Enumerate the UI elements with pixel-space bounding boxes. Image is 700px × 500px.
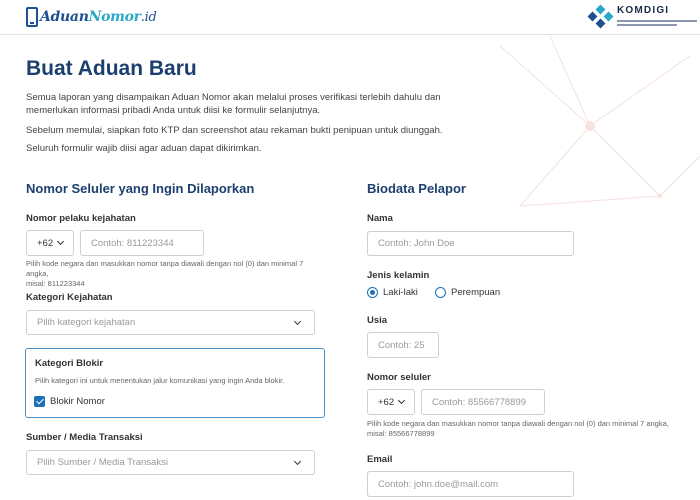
section-title-reporter-biodata: Biodata Pelapor: [367, 181, 466, 196]
intro-prepare-text: Sebelum memulai, siapkan foto KTP dan sc…: [26, 125, 443, 136]
transaction-media-select[interactable]: Pilih Sumber / Media Transaksi: [26, 450, 315, 475]
gender-male-label[interactable]: Laki-laki: [383, 287, 418, 298]
logo-text-aduan: Aduan: [40, 9, 89, 25]
phone-logo-icon: [26, 7, 38, 27]
phone-number-label: Nomor seluler: [367, 372, 431, 383]
perpetrator-number-label: Nomor pelaku kejahatan: [26, 213, 136, 224]
perpetrator-number-hint: Pilih kode negara dan masukkan nomor tan…: [26, 259, 326, 289]
komdigi-tagline-line: [617, 20, 697, 22]
email-input[interactable]: Contoh: john.doe@mail.com: [367, 471, 574, 497]
block-category-label: Kategori Blokir: [35, 358, 104, 369]
reporter-phone-hint: Pilih kode negara dan masukkan nomor tan…: [367, 419, 687, 439]
perpetrator-hint-line: Pilih kode negara dan masukkan nomor tan…: [26, 259, 304, 278]
crime-category-select[interactable]: Pilih kategori kejahatan: [26, 310, 315, 335]
intro-verification-text: Semua laporan yang disampaikan Aduan Nom…: [26, 92, 441, 116]
komdigi-tagline-line: [617, 24, 677, 26]
gender-label: Jenis kelamin: [367, 270, 430, 281]
gender-male-radio[interactable]: [367, 287, 378, 298]
reporter-country-code-select[interactable]: +62: [367, 389, 415, 415]
age-input[interactable]: Contoh: 25: [367, 332, 439, 358]
chevron-down-icon: [398, 396, 406, 405]
reporter-phone-placeholder: Contoh: 85566778899: [432, 396, 527, 408]
logo-text: AduanNomor.id: [40, 9, 157, 25]
chevron-down-icon: [293, 457, 302, 465]
block-number-checkbox[interactable]: [34, 396, 45, 407]
age-label: Usia: [367, 315, 388, 326]
chevron-down-icon: [293, 317, 302, 325]
country-code-value: +62: [37, 237, 54, 249]
country-code-value: +62: [378, 396, 395, 408]
perpetrator-country-code-select[interactable]: +62: [26, 230, 74, 256]
block-category-card: Kategori Blokir Pilih kategori ini untuk…: [25, 348, 325, 418]
logo-text-domain: .id: [140, 10, 157, 25]
perpetrator-number-input[interactable]: Contoh: 811223344: [80, 230, 204, 256]
block-number-label[interactable]: Blokir Nomor: [50, 396, 105, 407]
crime-category-placeholder: Pilih kategori kejahatan: [37, 317, 136, 328]
intro-required-text: Seluruh formulir wajib diisi agar aduan …: [26, 143, 262, 154]
komdigi-logo-icon: [587, 4, 614, 29]
aduannomor-logo[interactable]: AduanNomor.id: [26, 6, 157, 28]
name-placeholder: Contoh: John Doe: [378, 238, 455, 249]
transaction-media-placeholder: Pilih Sumber / Media Transaksi: [37, 457, 168, 468]
reporter-hint-line: Pilih kode negara dan masukkan nomor tan…: [367, 419, 669, 428]
name-input[interactable]: Contoh: John Doe: [367, 231, 574, 256]
logo-text-nomor: Nomor: [88, 9, 141, 25]
section-title-reported-number: Nomor Seluler yang Ingin Dilaporkan: [26, 181, 255, 196]
gender-female-label[interactable]: Perempuan: [451, 287, 500, 298]
name-label: Nama: [367, 213, 393, 224]
background-network-decoration: [499, 36, 700, 207]
age-placeholder: Contoh: 25: [378, 339, 425, 351]
top-bar: AduanNomor.id KOMDIGI: [0, 0, 700, 35]
reporter-phone-input[interactable]: Contoh: 85566778899: [421, 389, 545, 415]
page-title: Buat Aduan Baru: [26, 57, 197, 80]
crime-category-label: Kategori Kejahatan: [26, 292, 113, 303]
email-label: Email: [367, 454, 393, 465]
gender-female-radio[interactable]: [435, 287, 446, 298]
komdigi-logo: KOMDIGI: [587, 4, 697, 29]
reporter-hint-example: misal: 85566778899: [367, 429, 435, 438]
komdigi-name: KOMDIGI: [617, 5, 670, 16]
transaction-media-label: Sumber / Media Transaksi: [26, 432, 143, 443]
block-category-hint: Pilih kategori ini untuk menentukan jalu…: [35, 376, 285, 385]
perpetrator-hint-example: misal: 811223344: [26, 279, 85, 288]
perpetrator-number-placeholder: Contoh: 811223344: [91, 237, 174, 249]
chevron-down-icon: [57, 237, 65, 246]
email-placeholder: Contoh: john.doe@mail.com: [378, 478, 499, 490]
